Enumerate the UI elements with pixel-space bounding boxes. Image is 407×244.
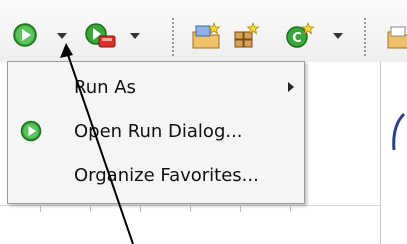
editor-ruler [0,205,380,217]
toolbar: C [0,0,407,62]
ruler-tick [90,206,91,212]
ruler-tick [290,206,291,212]
run-icon[interactable] [12,22,38,48]
new-class-icon[interactable]: C [285,22,315,50]
debug-icon[interactable] [84,22,118,50]
toolbar-separator [172,18,174,56]
new-project-icon[interactable] [190,22,222,50]
debug-dropdown-icon[interactable] [130,33,140,39]
menu-item-label: Open Run Dialog... [74,121,243,142]
run-dropdown-menu: Run As Open Run Dialog... Organize Favor… [7,61,305,204]
ruler-tick [240,206,241,212]
run-dropdown-icon[interactable] [57,33,67,39]
menu-item-run-as[interactable]: Run As [8,68,304,106]
new-class-dropdown-icon[interactable] [333,33,343,39]
menu-item-organize-favorites[interactable]: Organize Favorites... [8,156,304,194]
ruler-tick [140,206,141,212]
svg-text:C: C [292,31,302,46]
editor-fragment [392,112,406,151]
menu-item-label: Run As [74,77,136,98]
ruler-tick [190,206,191,212]
menu-item-label: Organize Favorites... [74,165,259,186]
open-folder-icon[interactable] [386,22,407,50]
ruler-tick [40,206,41,212]
run-icon [20,120,42,142]
toolbar-separator [364,18,366,56]
menu-item-open-run-dialog[interactable]: Open Run Dialog... [8,112,304,150]
editor-border [380,62,381,244]
submenu-arrow-icon [288,82,294,92]
new-package-icon[interactable] [231,22,261,50]
